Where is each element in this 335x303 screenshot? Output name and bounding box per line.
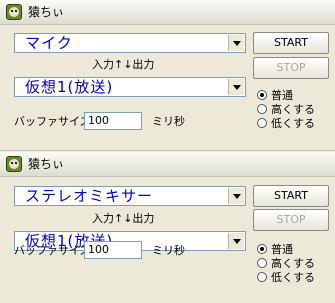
- input-device-select[interactable]: マイク: [14, 33, 246, 53]
- buffer-size-label: バッファサイズ: [14, 244, 91, 257]
- priority-low-label: 低くする: [271, 271, 315, 284]
- priority-high-label: 高くする: [271, 103, 315, 116]
- radio-checked-icon[interactable]: [257, 244, 267, 254]
- radio-checked-icon[interactable]: [257, 90, 267, 100]
- radio-unchecked-icon[interactable]: [257, 104, 267, 114]
- buffer-size-input[interactable]: 100: [84, 112, 142, 130]
- io-direction-label: 入力↑↓出力: [92, 58, 155, 71]
- app-window-1: 猿ちぃ マイク START 入力↑↓出力 STOP 仮想1(放送) バッファサイ…: [0, 0, 335, 151]
- io-direction-label: 入力↑↓出力: [92, 212, 155, 225]
- buffer-size-input[interactable]: 100: [84, 241, 142, 259]
- priority-low-label: 低くする: [271, 117, 315, 130]
- window-title: 猿ちぃ: [28, 157, 65, 171]
- chevron-down-icon[interactable]: [228, 79, 244, 95]
- chevron-down-icon[interactable]: [228, 233, 244, 249]
- radio-unchecked-icon[interactable]: [257, 118, 267, 128]
- priority-normal-label: 普通: [271, 243, 293, 256]
- buffer-unit-label: ミリ秒: [152, 115, 185, 128]
- title-bar[interactable]: 猿ちぃ: [0, 0, 335, 25]
- radio-unchecked-icon[interactable]: [257, 272, 267, 282]
- chevron-down-icon[interactable]: [228, 188, 244, 204]
- start-button[interactable]: START: [253, 32, 329, 54]
- input-device-value: マイク: [25, 34, 73, 52]
- output-device-value: 仮想1(放送): [25, 78, 114, 96]
- priority-high-label: 高くする: [271, 257, 315, 270]
- buffer-size-label: バッファサイズ: [14, 115, 91, 128]
- monkey-app-icon[interactable]: [6, 156, 22, 172]
- priority-normal-label: 普通: [271, 89, 293, 102]
- buffer-unit-label: ミリ秒: [152, 244, 185, 257]
- window-title: 猿ちぃ: [28, 5, 65, 19]
- title-bar[interactable]: 猿ちぃ: [0, 152, 335, 177]
- app-window-2: 猿ちぃ ステレオミキサー START 入力↑↓出力 STOP 仮想1(放送) バ…: [0, 152, 335, 303]
- radio-unchecked-icon[interactable]: [257, 258, 267, 268]
- start-button[interactable]: START: [253, 185, 329, 207]
- monkey-app-icon[interactable]: [6, 4, 22, 20]
- stop-button[interactable]: STOP: [253, 57, 329, 79]
- stop-button[interactable]: STOP: [253, 209, 329, 231]
- chevron-down-icon[interactable]: [228, 35, 244, 51]
- output-device-select[interactable]: 仮想1(放送): [14, 77, 246, 97]
- input-device-value: ステレオミキサー: [25, 187, 154, 205]
- input-device-select[interactable]: ステレオミキサー: [14, 186, 246, 206]
